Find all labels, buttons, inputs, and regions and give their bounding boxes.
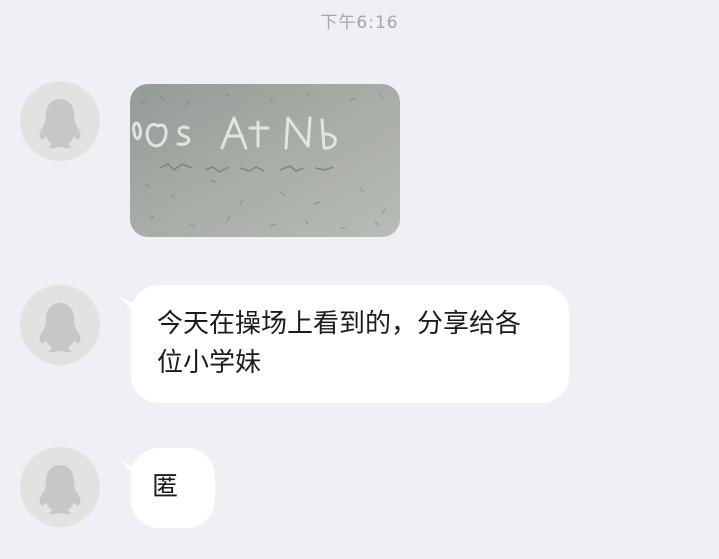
message-timestamp: 下午6:16 [320, 13, 399, 33]
message-text: 今天在操场上看到的，分享给各位小学妹 [157, 309, 522, 378]
sender-avatar[interactable] [20, 81, 100, 161]
penguin-icon [39, 99, 81, 149]
penguin-icon [39, 303, 81, 353]
sand-writing-photo [130, 84, 400, 237]
message-text: 匿 [152, 472, 179, 502]
sender-avatar[interactable] [20, 285, 100, 365]
penguin-icon [39, 465, 81, 515]
text-message-bubble[interactable]: 匿 [131, 448, 215, 528]
text-message-bubble[interactable]: 今天在操场上看到的，分享给各位小学妹 [131, 285, 569, 403]
sender-avatar[interactable] [20, 447, 100, 527]
image-message[interactable] [130, 84, 400, 237]
